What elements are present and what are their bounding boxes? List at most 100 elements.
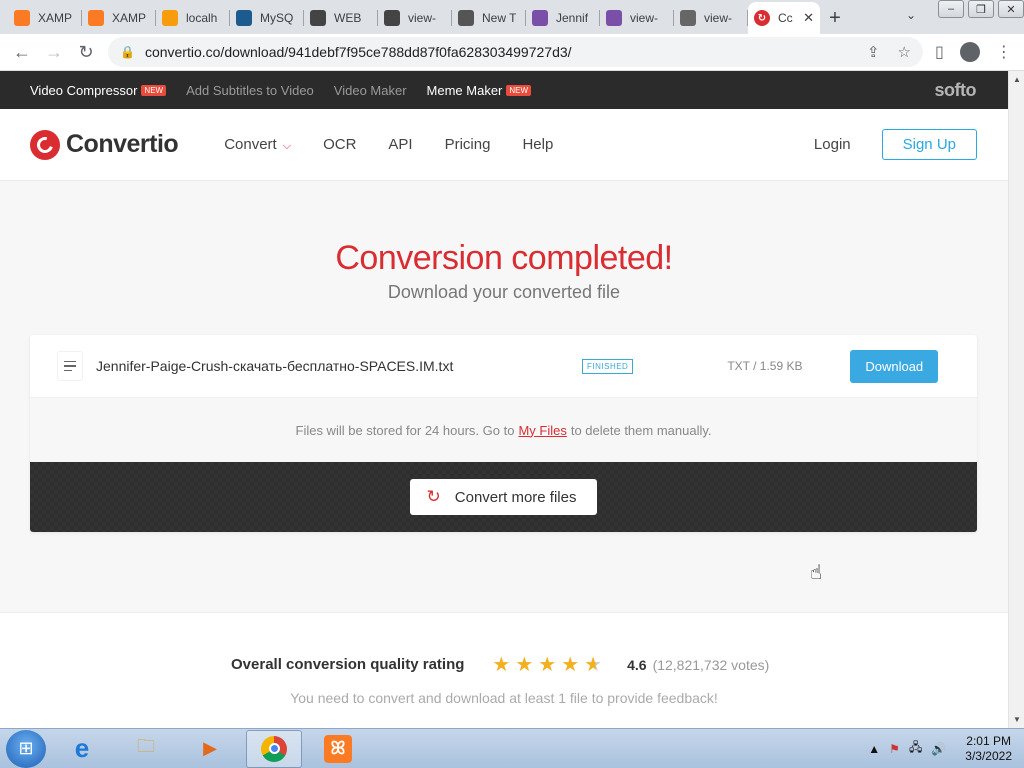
xampp-taskbar-icon[interactable]: ꕤ <box>310 730 366 768</box>
eye-icon <box>310 10 326 26</box>
tab-8[interactable]: view- <box>600 2 674 34</box>
tab-7[interactable]: Jennif <box>526 2 600 34</box>
new-tab-button[interactable]: + <box>820 2 850 34</box>
globe-icon <box>680 10 696 26</box>
chevron-down-icon[interactable]: ⌄ <box>906 8 916 22</box>
xampp-icon <box>88 10 104 26</box>
page-subtitle: Download your converted file <box>387 282 621 302</box>
topbar-link-label: Meme Maker <box>426 82 503 98</box>
rating-note: You need to convert and download at leas… <box>290 690 718 706</box>
browser-tab-strip: XAMP XAMP localh MySQ WEB view- New T Jennif vie… <box>0 0 1024 34</box>
windows-taskbar: ⊞ e 🗀 ▶ ꕤ ▲ ⚑ 🖧 🔊 2:01 PM 3/3/2022 <box>0 728 1024 768</box>
convert-more-label: Convert more files <box>454 488 577 506</box>
my-files-link[interactable]: My Files <box>518 423 566 438</box>
rating-section: Overall conversion quality rating ★★★★★ … <box>0 612 1008 728</box>
tab-1[interactable]: XAMP <box>82 2 156 34</box>
tab-6[interactable]: New T <box>452 2 526 34</box>
new-badge: NEW <box>506 84 532 96</box>
scroll-up-icon[interactable]: ▲ <box>1013 75 1021 84</box>
close-window-button[interactable]: ✕ <box>998 0 1024 18</box>
tab-5[interactable]: view- <box>378 2 452 34</box>
download-button[interactable]: Download <box>850 349 939 383</box>
nav-link-ocr[interactable]: OCR <box>323 136 356 153</box>
nav-link-label: Help <box>522 136 554 153</box>
media-player-icon[interactable]: ▶ <box>182 730 238 768</box>
star-icon[interactable]: ★ <box>492 654 515 676</box>
star-half-icon[interactable]: ★ <box>584 654 607 676</box>
nav-link-label: OCR <box>323 136 357 153</box>
star-icon[interactable]: ★ <box>538 654 561 676</box>
signup-button[interactable]: Sign Up <box>881 129 977 160</box>
side-panel-icon[interactable]: ▯ <box>935 42 944 62</box>
text-file-icon <box>57 351 83 381</box>
tab-active[interactable]: ↻ Cc ✕ <box>748 2 820 34</box>
convertio-logo[interactable]: Convertio <box>30 129 179 160</box>
tab-label: view- <box>408 11 437 25</box>
content-area: Conversion completed! Download your conv… <box>0 181 1008 728</box>
reload-button[interactable]: ↻ <box>70 42 102 63</box>
close-icon[interactable]: ✕ <box>803 10 814 26</box>
page-scrollbar[interactable]: ▲ ▼ <box>1008 71 1024 728</box>
tab-2[interactable]: localh <box>156 2 230 34</box>
nav-link-api[interactable]: API <box>388 136 412 153</box>
logo-text: Convertio <box>66 130 179 158</box>
tab-label: localh <box>186 11 218 25</box>
mysql-icon <box>236 10 252 26</box>
topbar-link-label: Video Compressor <box>30 82 138 98</box>
topbar-link-label: Add Subtitles to Video <box>186 82 314 98</box>
volume-icon[interactable]: 🔊 <box>931 742 946 756</box>
eye-icon <box>384 10 400 26</box>
star-icon[interactable]: ★ <box>515 654 538 676</box>
minimize-button[interactable]: – <box>938 0 964 18</box>
storage-note: Files will be stored for 24 hours. Go to… <box>30 398 977 462</box>
nav-link-convert[interactable]: Convert ⌵ <box>224 136 291 153</box>
tab-9[interactable]: view- <box>674 2 748 34</box>
convert-more-bar: ↻ Convert more files <box>30 462 977 532</box>
system-clock[interactable]: 2:01 PM 3/3/2022 <box>965 734 1012 764</box>
back-button[interactable]: ← <box>6 42 38 63</box>
softo-topbar: Video Compressor NEW Add Subtitles to Vide… <box>0 71 1008 109</box>
tab-label: view- <box>704 11 733 25</box>
star-icon[interactable]: ★ <box>561 654 584 676</box>
convert-more-button[interactable]: ↻ Convert more files <box>409 479 598 515</box>
rating-label: Overall conversion quality rating <box>231 656 465 673</box>
tab-3[interactable]: MySQ <box>230 2 304 34</box>
nav-link-help[interactable]: Help <box>522 136 553 153</box>
nav-links: Convert ⌵ OCR API Pricing Help <box>224 136 553 153</box>
tab-label: New T <box>482 11 517 25</box>
file-name: Jennifer-Paige-Crush-скачать-бесплатно-S… <box>96 358 454 374</box>
share-icon[interactable]: ⇪ <box>867 43 880 61</box>
storage-note-text: Files will be stored for 24 hours. Go to <box>295 422 515 438</box>
scroll-down-icon[interactable]: ▼ <box>1013 715 1021 724</box>
file-explorer-icon[interactable]: 🗀 <box>118 730 174 768</box>
internet-explorer-icon[interactable]: e <box>54 730 110 768</box>
new-badge: NEW <box>141 84 167 96</box>
menu-icon[interactable]: ⋮ <box>996 42 1012 62</box>
convertio-logo-icon <box>30 129 60 160</box>
chevron-down-icon: ⌵ <box>282 140 292 152</box>
topbar-link[interactable]: Video Maker <box>334 83 407 98</box>
softo-logo[interactable]: softo <box>935 80 977 101</box>
bookmark-star-icon[interactable]: ☆ <box>898 43 911 61</box>
login-link[interactable]: Login <box>814 136 851 153</box>
page-viewport: Video Compressor NEW Add Subtitles to Vide… <box>0 71 1008 728</box>
nav-link-label: Pricing <box>444 136 491 153</box>
network-icon[interactable]: 🖧 <box>909 738 922 759</box>
nav-link-pricing[interactable]: Pricing <box>445 136 491 153</box>
status-badge: FINISHED <box>582 358 634 374</box>
start-button[interactable]: ⊞ <box>6 729 46 768</box>
address-bar[interactable]: 🔒 convertio.co/download/941debf7f95ce788… <box>108 37 923 67</box>
topbar-link[interactable]: Video Compressor NEW <box>30 82 167 98</box>
chrome-icon <box>458 10 474 26</box>
tab-4[interactable]: WEB <box>304 2 378 34</box>
profile-avatar[interactable] <box>959 42 980 62</box>
tab-0[interactable]: XAMP <box>8 2 82 34</box>
action-center-flag-icon[interactable]: ⚑ <box>889 742 900 756</box>
refresh-icon: ↻ <box>426 487 441 506</box>
forward-button[interactable]: → <box>38 42 70 63</box>
show-hidden-icons-icon[interactable]: ▲ <box>868 742 880 756</box>
topbar-link[interactable]: Meme Maker NEW <box>427 83 532 98</box>
topbar-link[interactable]: Add Subtitles to Video <box>186 83 314 98</box>
chrome-taskbar-icon[interactable] <box>246 729 302 768</box>
restore-button[interactable]: ❐ <box>968 0 994 18</box>
